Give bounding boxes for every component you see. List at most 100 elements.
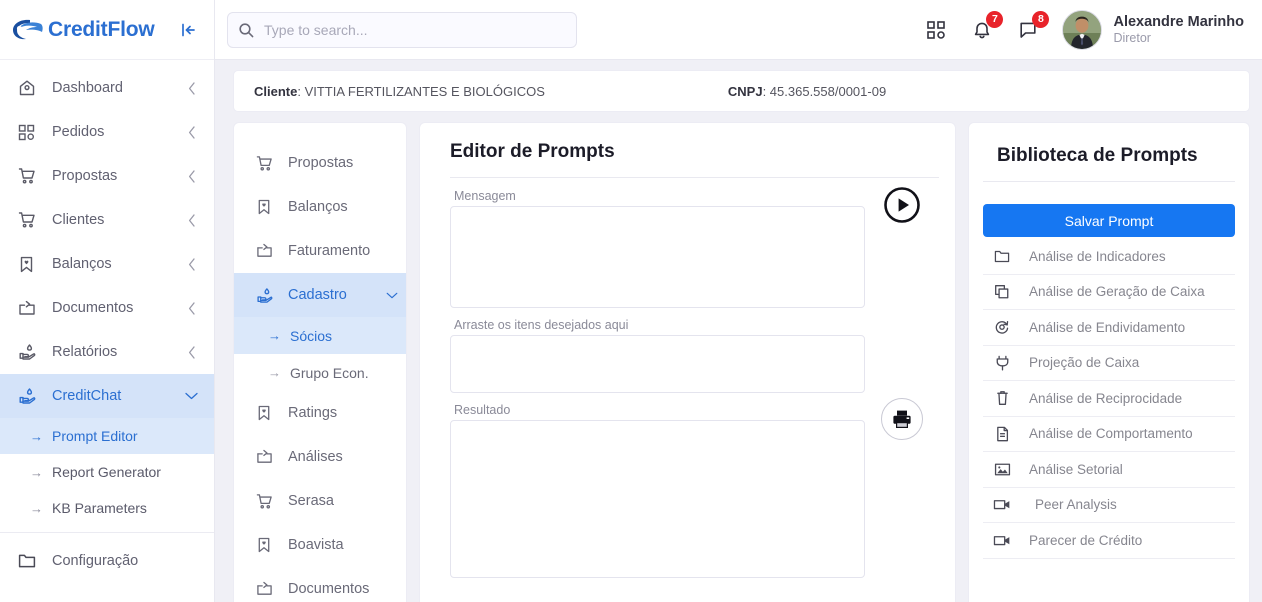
menu-item-faturamento[interactable]: Faturamento (234, 229, 406, 273)
cnpj-value: : 45.365.558/0001-09 (762, 83, 887, 99)
message-input[interactable] (450, 206, 865, 308)
library-item-analise-geracao-caixa[interactable]: Análise de Geração de Caixa (983, 275, 1235, 310)
video-icon (991, 498, 1013, 511)
cart-icon (256, 155, 276, 172)
sidebar-item-relatorios[interactable]: Relatórios (0, 330, 214, 374)
run-button-col (865, 184, 939, 226)
sidebar-item-clientes[interactable]: Clientes (0, 198, 214, 242)
menu-subitem-label: Sócios (290, 327, 333, 344)
library-item-analise-reciprocidade[interactable]: Análise de Reciprocidade (983, 381, 1235, 417)
menu-item-ratings[interactable]: Ratings (234, 391, 406, 435)
menu-subitem-label: Grupo Econ. (290, 364, 369, 381)
print-button[interactable] (881, 398, 923, 440)
sidebar-item-dashboard[interactable]: Dashboard (0, 66, 214, 110)
sidebar-item-label: Clientes (52, 212, 105, 228)
plug-icon (991, 355, 1013, 371)
menu-item-label: Serasa (288, 493, 334, 509)
sidebar-item-label: Balanços (52, 256, 112, 272)
chevron-left-icon (186, 81, 198, 95)
sidebar-item-documentos[interactable]: Documentos (0, 286, 214, 330)
library-item-analise-comportamento[interactable]: Análise de Comportamento (983, 417, 1235, 452)
menu-item-balancos[interactable]: Balanços (234, 185, 406, 229)
collapse-sidebar-icon[interactable] (176, 18, 200, 42)
folder-out-icon (256, 581, 276, 597)
sidebar-item-label: Propostas (52, 168, 118, 184)
save-prompt-button[interactable]: Salvar Prompt (983, 204, 1235, 237)
run-prompt-button[interactable] (881, 184, 923, 226)
drag-drop-area[interactable] (450, 335, 865, 393)
title-divider (450, 177, 939, 178)
search-input[interactable] (264, 21, 566, 38)
library-item-analise-endividamento[interactable]: Análise de Endividamento (983, 310, 1235, 346)
client-value: : VITTIA FERTILIZANTES E BIOLÓGICOS (297, 83, 545, 99)
library-item-label: Parecer de Crédito (1029, 532, 1143, 548)
folder-out-icon (256, 449, 276, 465)
menu-item-label: Cadastro (288, 287, 347, 303)
result-field-col: Resultado (450, 398, 865, 583)
folder-out-icon (18, 300, 40, 317)
notifications-bell-button[interactable]: 7 (970, 10, 1004, 42)
message-field-col: Mensagem (450, 184, 865, 313)
message-field-row: Mensagem (450, 184, 939, 313)
menu-item-analises[interactable]: Análises (234, 435, 406, 479)
menu-subitem-socios[interactable]: → Sócios (234, 317, 406, 354)
library-item-label: Análise de Comportamento (1029, 426, 1193, 442)
bookmark-icon (256, 199, 276, 215)
menu-item-boavista[interactable]: Boavista (234, 523, 406, 567)
messages-badge: 8 (1032, 10, 1050, 28)
document-icon (991, 426, 1013, 442)
menu-item-label: Boavista (288, 537, 344, 553)
client-label: Cliente (254, 83, 298, 99)
grid-apps-icon (18, 124, 40, 141)
user-menu[interactable]: Alexandre Marinho Diretor (1062, 9, 1244, 50)
chevron-down-icon (185, 392, 198, 400)
sidebar-item-balancos[interactable]: Balanços (0, 242, 214, 286)
sidebar-item-label: Relatórios (52, 344, 118, 360)
sidebar-subitem-prompt-editor[interactable]: → Prompt Editor (0, 418, 214, 454)
prompt-library-panel: Biblioteca de Prompts Salvar Prompt Anál… (968, 122, 1250, 602)
sidebar-item-label: CreditChat (52, 388, 122, 404)
library-item-projecao-caixa[interactable]: Projeção de Caixa (983, 346, 1235, 381)
copy-icon (991, 284, 1013, 300)
result-output[interactable] (450, 420, 865, 578)
notifications-badge: 7 (986, 10, 1004, 28)
user-role: Diretor (1113, 30, 1151, 45)
trash-icon (991, 390, 1013, 406)
sidebar-nav: Dashboard Pedidos Propostas Clientes Bal… (0, 60, 214, 602)
menu-item-propostas[interactable]: Propostas (234, 141, 406, 185)
hand-drop-icon (18, 387, 40, 405)
sidebar-subitem-kb-parameters[interactable]: → KB Parameters (0, 490, 214, 526)
library-item-label: Análise de Geração de Caixa (1029, 284, 1205, 300)
folder-icon (18, 553, 40, 569)
brand-name: CreditFlow (48, 17, 155, 41)
hand-drop-icon (256, 287, 276, 304)
sidebar-divider (0, 532, 214, 533)
topbar-actions: 7 8 (924, 10, 1050, 42)
grid-apps-icon[interactable] (924, 18, 948, 42)
library-item-parecer-credito[interactable]: Parecer de Crédito (983, 523, 1235, 559)
chevron-left-icon (186, 213, 198, 227)
sidebar-subitem-report-generator[interactable]: → Report Generator (0, 454, 214, 490)
sidebar-item-propostas[interactable]: Propostas (0, 154, 214, 198)
chevron-left-icon (186, 257, 198, 271)
library-item-analise-setorial[interactable]: Análise Setorial (983, 452, 1235, 488)
menu-item-cadastro[interactable]: Cadastro (234, 273, 406, 317)
cnpj-label: CNPJ (727, 83, 763, 99)
library-item-peer-analysis[interactable]: Peer Analysis (983, 488, 1235, 523)
context-menu-panel: Propostas Balanços Faturamento Cadastro … (233, 122, 407, 602)
menu-subitem-grupo-econ[interactable]: → Grupo Econ. (234, 354, 406, 391)
menu-item-documentos[interactable]: Documentos (234, 567, 406, 602)
avatar (1062, 9, 1103, 50)
sidebar-item-creditchat[interactable]: CreditChat (0, 374, 214, 418)
menu-item-serasa[interactable]: Serasa (234, 479, 406, 523)
sidebar-item-configuracao[interactable]: Configuração (0, 539, 214, 583)
sidebar-item-pedidos[interactable]: Pedidos (0, 110, 214, 154)
menu-item-label: Balanços (288, 199, 348, 215)
messages-button[interactable]: 8 (1016, 10, 1050, 42)
user-info: Alexandre Marinho Diretor (1113, 13, 1244, 47)
search-box[interactable] (227, 11, 577, 48)
sidebar-subitem-label: KB Parameters (52, 500, 147, 516)
cart-icon (256, 493, 276, 510)
library-item-analise-indicadores[interactable]: Análise de Indicadores (983, 239, 1235, 275)
cart-icon (18, 167, 40, 185)
